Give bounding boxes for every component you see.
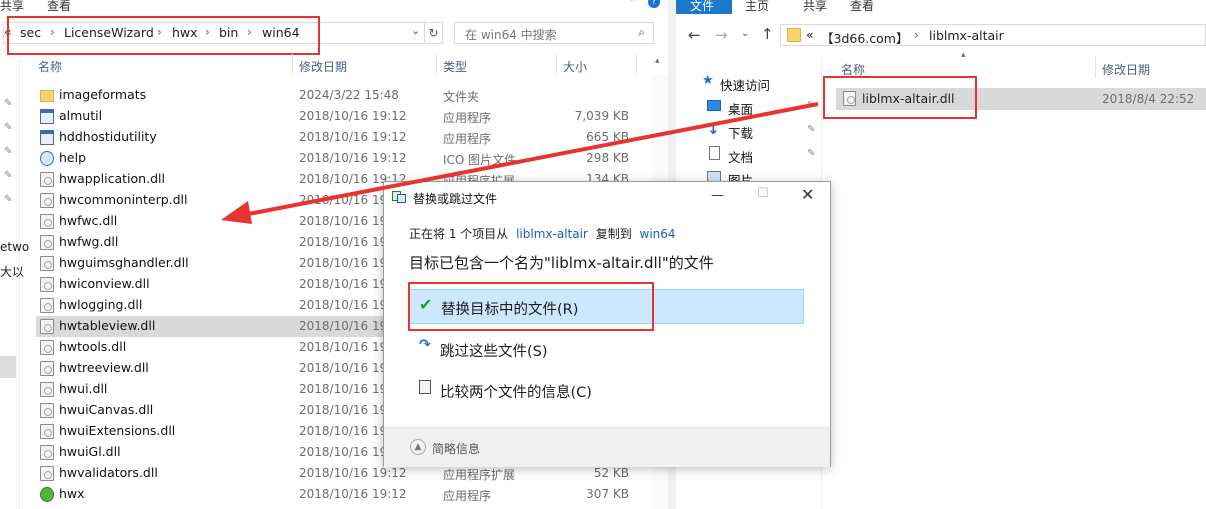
arrow-shaft bbox=[237, 102, 819, 218]
arrow-head bbox=[221, 201, 252, 224]
annotation-arrow bbox=[221, 102, 819, 224]
